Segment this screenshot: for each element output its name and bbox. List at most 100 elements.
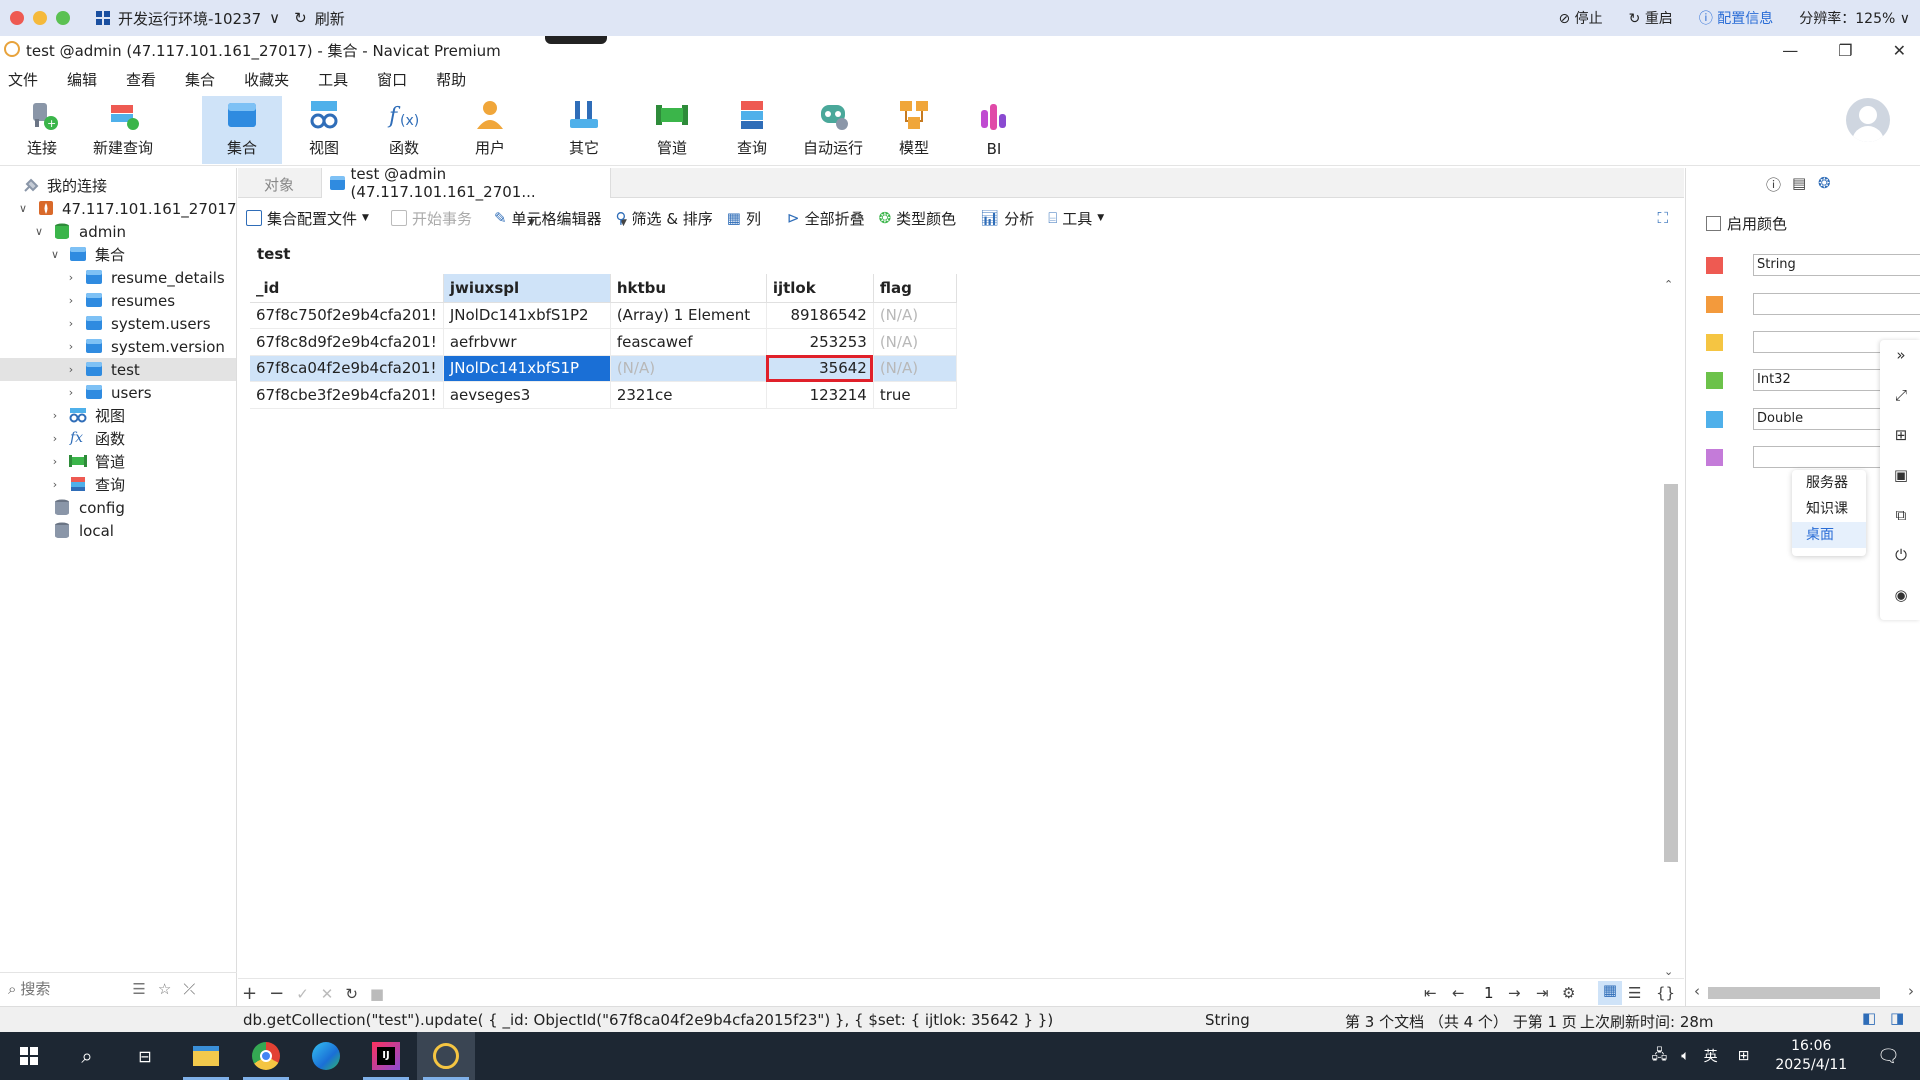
model-button[interactable]: 模型 [886, 96, 942, 164]
new-query-button[interactable]: 新建查询 [88, 96, 158, 164]
tree-connection[interactable]: ∨ 47.117.101.161_27017 [0, 197, 237, 220]
tree-collection-resumes[interactable]: › resumes [0, 289, 236, 312]
tools-button[interactable]: ⌸ 工具 ▼ [1048, 208, 1104, 229]
tree-group-functions[interactable]: › fx 函数 [0, 427, 236, 450]
info-icon[interactable]: ⓘ [1766, 174, 1781, 195]
refresh-icon[interactable]: ↻ [345, 985, 358, 1003]
panel-right-icon[interactable]: ◨ [1890, 1009, 1904, 1027]
scrollbar-thumb[interactable] [1664, 484, 1678, 862]
automation-button[interactable]: 自动运行 [800, 96, 866, 164]
cell-id[interactable]: 67f8cbe3f2e9b4cfa201! [250, 381, 444, 409]
volume-icon[interactable]: 🔈︎ [1681, 1048, 1689, 1064]
color-icon[interactable]: ❂ [1818, 174, 1831, 192]
explorer-button[interactable] [177, 1032, 235, 1080]
tab-active-collection[interactable]: test @admin (47.117.101.161_2701... [321, 165, 611, 201]
tree-group-pipelines[interactable]: › 管道 [0, 450, 236, 473]
chevron-down-icon[interactable]: ∨ [34, 225, 44, 238]
task-view-button[interactable]: ⊟ [116, 1032, 174, 1080]
notification-icon[interactable]: 🗨︎ [1877, 1046, 1900, 1067]
tree-root-my-connections[interactable]: 我的连接 [0, 174, 236, 197]
prev-page-icon[interactable]: ← [1452, 984, 1465, 1002]
color-swatch[interactable] [1706, 296, 1723, 313]
star-icon[interactable]: ☆ [158, 980, 171, 998]
grid-vertical-scrollbar[interactable]: ⌃ ⌄ [1661, 278, 1679, 978]
chevron-left-icon[interactable]: ‹ [1694, 982, 1700, 1000]
tree-db-local[interactable]: local [0, 519, 236, 542]
color-swatch[interactable] [1706, 257, 1723, 274]
menu-file[interactable]: 文件 [0, 69, 59, 90]
connect-button[interactable]: + 连接 [14, 96, 70, 164]
minimize-icon[interactable]: — [1782, 41, 1798, 60]
form-view-icon[interactable]: ☰ [1628, 984, 1641, 1002]
analyze-button[interactable]: 📊︎ 分析 [980, 208, 1034, 229]
column-header-ijtlok[interactable]: ijtlok [766, 274, 874, 303]
cell-flag[interactable]: (N/A) [873, 302, 957, 329]
chevron-right-icon[interactable]: › [66, 294, 76, 307]
close-icon[interactable]: ✕ [1893, 41, 1906, 60]
cell-flag[interactable]: true [873, 381, 957, 409]
collapse-icon[interactable]: ⤫ [183, 980, 195, 998]
other-button[interactable]: 其它 [556, 96, 612, 164]
view-button[interactable]: 视图 [296, 96, 352, 164]
profile-button[interactable]: 集合配置文件 ▼ [246, 208, 369, 229]
intellij-button[interactable]: IJ [357, 1032, 415, 1080]
cell-ijtlok[interactable]: 253253 [766, 328, 874, 356]
filter-icon[interactable]: ☰ [132, 980, 145, 998]
tab-objects[interactable]: 对象 [264, 174, 294, 195]
network-icon[interactable]: 🖧︎ [1652, 1044, 1668, 1068]
layout-icon[interactable]: ⊞ [1892, 426, 1910, 444]
chevron-right-icon[interactable]: › [50, 478, 60, 491]
search-button[interactable]: ⌕ [58, 1032, 116, 1080]
table-row-selected[interactable]: 67f8ca04f2e9b4cfa201! JNolDc141xbfS1P (N… [250, 355, 957, 382]
menu-edit[interactable]: 编辑 [59, 69, 118, 90]
discard-icon[interactable]: ✕ [321, 985, 334, 1003]
chevron-right-icon[interactable]: › [66, 363, 76, 376]
color-swatch[interactable] [1706, 411, 1723, 428]
grid-view-icon[interactable]: ▦ [1598, 981, 1622, 1005]
menu-favorites[interactable]: 收藏夹 [236, 69, 310, 90]
color-swatch[interactable] [1706, 449, 1723, 466]
tree-collection-users[interactable]: › users [0, 381, 236, 404]
next-page-icon[interactable]: → [1508, 984, 1521, 1002]
enable-color-checkbox[interactable]: 启用颜色 [1706, 213, 1787, 234]
chevron-right-icon[interactable]: › [50, 455, 60, 468]
apply-icon[interactable]: ✓ [296, 985, 309, 1003]
fullscreen-icon[interactable]: ⛶ [1657, 209, 1668, 227]
cell-flag[interactable]: (N/A) [873, 328, 957, 356]
cell-jwiuxspl[interactable]: aefrbvwr [443, 328, 611, 356]
query-button[interactable]: 查询 [724, 96, 780, 164]
resolution-selector[interactable]: 分辨率：125% ∨ [1799, 8, 1910, 28]
filter-sort-button[interactable]: ⚲ 筛选 & 排序 [616, 208, 713, 229]
menu-view[interactable]: 查看 [118, 69, 177, 90]
cell-id[interactable]: 67f8ca04f2e9b4cfa201! [250, 355, 444, 382]
collection-button[interactable]: 集合 [202, 96, 282, 164]
ime-indicator[interactable]: 英 [1704, 1046, 1718, 1066]
collapse-all-button[interactable]: ⊳ 全部折叠 [787, 208, 865, 229]
column-header-flag[interactable]: flag [873, 274, 957, 303]
chevron-right-icon[interactable]: › [50, 409, 60, 422]
chevron-down-icon[interactable]: ∨ [50, 248, 60, 261]
gear-icon[interactable]: ⚙ [1562, 984, 1575, 1002]
cell-ijtlok[interactable]: 89186542 [766, 302, 874, 329]
popup-item-course[interactable]: 知识课 [1792, 496, 1866, 522]
color-type-field[interactable] [1753, 293, 1920, 315]
env-selector[interactable]: 开发运行环境-10237 ∨ ↻ 刷新 [96, 8, 345, 29]
color-swatch[interactable] [1706, 372, 1723, 389]
chevron-down-icon[interactable]: ∨ [18, 202, 28, 215]
cell-jwiuxspl[interactable]: aevseges3 [443, 381, 611, 409]
tree-db-config[interactable]: config [0, 496, 236, 519]
edge-button[interactable] [297, 1032, 355, 1080]
cell-hktbu[interactable]: feascawef [610, 328, 767, 356]
avatar[interactable] [1846, 98, 1890, 142]
stop-button[interactable]: ⊘ 停止 [1558, 8, 1602, 28]
window-icon[interactable]: ▣ [1892, 466, 1910, 484]
refresh-icon[interactable]: ↻ [294, 9, 307, 27]
cell-jwiuxspl-selected[interactable]: JNolDc141xbfS1P [443, 355, 611, 382]
cell-editor-button[interactable]: ✎ 单元格编辑器 [494, 208, 602, 229]
ime-grid-icon[interactable]: ⊞ [1738, 1048, 1750, 1064]
tree-collection-resume-details[interactable]: › resume_details [0, 266, 236, 289]
menu-collection[interactable]: 集合 [177, 69, 236, 90]
tree-collection-system-users[interactable]: › system.users [0, 312, 236, 335]
cell-id[interactable]: 67f8c8d9f2e9b4cfa201! [250, 328, 444, 356]
table-row[interactable]: 67f8c8d9f2e9b4cfa201! aefrbvwr feascawef… [250, 328, 957, 356]
